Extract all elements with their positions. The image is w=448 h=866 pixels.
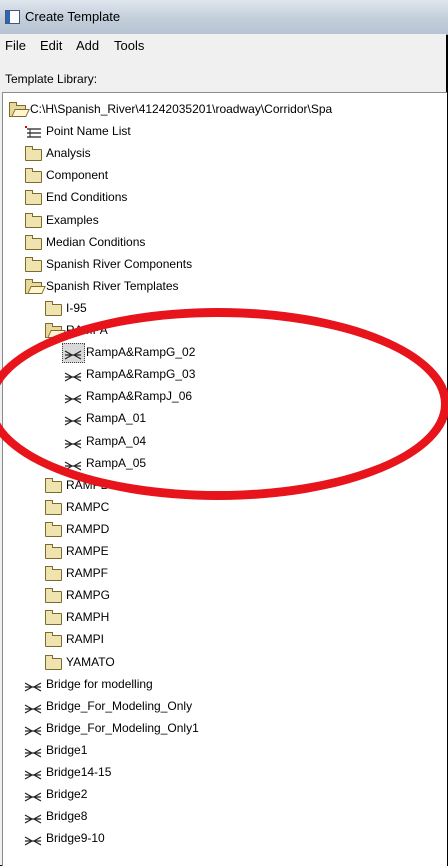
tree-row-label: Bridge9-10: [46, 831, 105, 846]
template-icon: [24, 831, 42, 846]
tree-row-label: Examples: [46, 212, 99, 227]
menu-edit[interactable]: Edit: [38, 38, 64, 53]
tree-row-label: RAMPF: [66, 566, 108, 581]
tree-row-label: RampA_04: [86, 433, 147, 448]
template-icon: [24, 809, 42, 824]
template-icon: [62, 343, 85, 364]
template-library-label: Template Library:: [5, 72, 98, 86]
folder-icon: [44, 544, 62, 559]
tree-row-label: Spanish River Components: [46, 256, 193, 271]
tree-row-label: RAMPI: [66, 632, 105, 647]
tree-row-label: Component: [46, 168, 109, 183]
folder-icon: [24, 256, 42, 272]
tree-row-label: Point Name List: [46, 124, 131, 139]
tree-row-label: RAMPB: [66, 477, 109, 492]
window-title: Create Template: [25, 9, 121, 24]
tree-row-label: RampA&RampG_03: [86, 367, 196, 382]
tree-row-label: Spanish River Templates: [46, 278, 179, 293]
tree-row-label: RampA&RampG_02: [86, 345, 196, 360]
menu-file[interactable]: File: [3, 38, 28, 53]
app-icon: [5, 10, 20, 24]
template-icon: [64, 367, 82, 382]
template-icon: [24, 787, 42, 802]
template-icon: [24, 677, 42, 692]
template-icon: [24, 743, 42, 758]
menu-bar: File Edit Add Tools: [0, 34, 446, 56]
folder-icon: [44, 300, 62, 316]
tree-row-label: Bridge1: [46, 742, 88, 757]
folder-icon: [24, 168, 42, 184]
folder-icon: [44, 521, 62, 537]
folder-icon: [24, 146, 42, 162]
tree-row-label: Bridge for modelling: [46, 676, 153, 691]
template-icon: [24, 765, 42, 780]
menu-tools[interactable]: Tools: [112, 38, 146, 53]
template-library-tree[interactable]: C:\H\Spanish_River\41242035201\roadway\C…: [2, 92, 447, 866]
template-icon: [24, 699, 42, 714]
tree-row-label: Analysis: [46, 146, 91, 161]
template-icon: [64, 389, 82, 404]
tree-row-label: RampA_01: [86, 411, 147, 426]
tree-row-label: RAMPD: [66, 521, 110, 536]
point-list-icon: [24, 124, 41, 138]
folder-icon: [44, 610, 62, 626]
tree-row-label: RAMPA: [66, 323, 108, 337]
template-icon: [64, 434, 82, 449]
tree-row-label: RampA&RampJ_06: [86, 389, 193, 404]
template-icon: [64, 411, 82, 426]
open-folder-icon: [8, 102, 26, 117]
folder-icon: [44, 632, 62, 648]
folder-icon: [44, 566, 62, 582]
folder-icon: [44, 654, 62, 670]
folder-icon: [44, 588, 62, 604]
tree-row-label: Bridge14-15: [46, 765, 112, 779]
tree-row-label: C:\H\Spanish_River\41242035201\roadway\C…: [30, 102, 333, 116]
folder-icon: [44, 499, 62, 515]
folder-icon: [24, 190, 42, 206]
tree-row-label: RAMPH: [66, 610, 110, 625]
template-icon: [24, 721, 42, 736]
title-bar[interactable]: Create Template: [0, 0, 448, 35]
tree-row-label: RAMPG: [66, 588, 111, 603]
tree-row-label: YAMATO: [66, 654, 115, 669]
tree-row-label: RAMPE: [66, 544, 109, 558]
tree-row-label: I-95: [66, 300, 87, 315]
tree-row-label: RAMPC: [66, 499, 110, 514]
tree-row-label: Bridge2: [46, 787, 88, 802]
tree-row-label: Bridge_For_Modeling_Only: [46, 698, 193, 713]
dialog-client: File Edit Add Tools Template Library: C:…: [0, 34, 447, 866]
tree-row-label: Bridge8: [46, 809, 88, 824]
template-icon: [64, 456, 82, 471]
open-folder-icon: [44, 323, 62, 338]
tree-row-label: Median Conditions: [46, 234, 146, 249]
folder-icon: [24, 212, 42, 228]
folder-icon: [44, 477, 62, 493]
tree-row-label: RampA_05: [86, 455, 147, 470]
folder-icon: [24, 234, 42, 250]
tree-row-label: End Conditions: [46, 190, 128, 205]
menu-add[interactable]: Add: [74, 38, 101, 53]
open-folder-icon: [24, 278, 42, 294]
tree-row-label: Bridge_For_Modeling_Only1: [46, 720, 199, 735]
